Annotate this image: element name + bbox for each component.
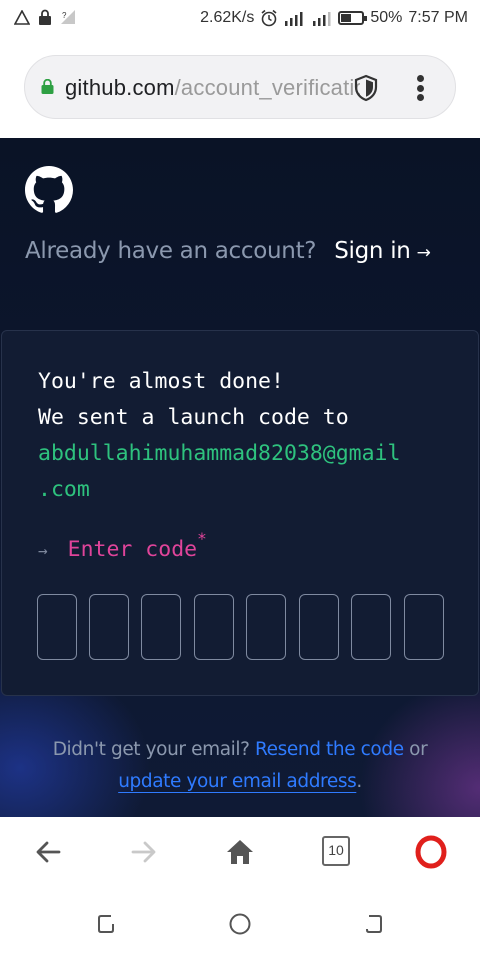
url-host: github.com — [65, 75, 175, 100]
status-icons-left: ? — [14, 9, 76, 25]
battery-icon — [338, 11, 368, 25]
github-logo-icon[interactable] — [25, 166, 73, 214]
secure-lock-icon — [41, 79, 54, 94]
signal-icon-2 — [313, 12, 331, 26]
arrow-right-icon: → — [416, 243, 431, 263]
browser-bottom-bar — [0, 817, 480, 889]
home-circle-icon[interactable] — [228, 912, 252, 936]
url-path: /account_verifications — [174, 75, 360, 100]
code-digit-input-5[interactable] — [246, 594, 286, 660]
sign-in-link[interactable]: Sign in — [334, 238, 411, 264]
recent-apps-icon[interactable] — [96, 913, 118, 935]
resend-footer: Didn't get your email? Resend the code o… — [0, 734, 480, 798]
status-icons-right: 2.62K/s 50% 7:57 PM — [200, 9, 468, 27]
back-nav-icon[interactable] — [362, 913, 384, 935]
prompt-arrow-icon: → — [38, 541, 48, 560]
opera-menu-icon[interactable] — [414, 835, 448, 869]
battery-percent: 50% — [370, 9, 403, 26]
code-digit-input-4[interactable] — [194, 594, 234, 660]
email-address-line1: abdullahimuhammad82038@gmail — [38, 441, 401, 466]
code-digit-input-1[interactable] — [37, 594, 77, 660]
code-input-row — [37, 594, 445, 660]
signal-icon-1 — [285, 12, 303, 26]
already-account-text: Already have an account? — [25, 238, 317, 264]
verification-card: You're almost done! We sent a launch cod… — [1, 330, 479, 696]
enter-code-label-row: → Enter code * — [38, 529, 207, 562]
clock: 7:57 PM — [408, 9, 468, 26]
back-arrow-icon[interactable] — [31, 835, 65, 869]
code-digit-input-2[interactable] — [89, 594, 129, 660]
net-speed: 2.62K/s — [200, 9, 255, 26]
shield-icon[interactable] — [351, 73, 381, 103]
email-address-line2: .com — [38, 477, 90, 502]
or-text: or — [409, 739, 428, 760]
status-bar: ? 2.62K/s 50% 7:57 PM — [0, 0, 480, 38]
svg-text:?: ? — [62, 11, 67, 20]
forward-arrow-icon[interactable] — [127, 835, 161, 869]
sent-code-text: We sent a launch code to — [38, 405, 349, 430]
code-digit-input-6[interactable] — [299, 594, 339, 660]
lock-status-icon — [39, 9, 51, 25]
code-digit-input-7[interactable] — [351, 594, 391, 660]
code-digit-input-8[interactable] — [404, 594, 444, 660]
alarm-icon — [261, 9, 277, 27]
almost-done-text: You're almost done! — [38, 369, 284, 394]
resend-code-link[interactable]: Resend the code — [255, 739, 404, 760]
web-content: Already have an account? Sign in → You'r… — [0, 138, 480, 817]
system-navigation-bar — [0, 889, 480, 960]
signin-row: Already have an account? Sign in → — [25, 238, 431, 264]
menu-kebab-icon[interactable] — [405, 72, 435, 104]
phone-screen: ? 2.62K/s 50% 7:57 PM github.com/account… — [0, 0, 480, 960]
browser-toolbar: github.com/account_verifications — [0, 38, 480, 138]
period-text: . — [356, 771, 362, 792]
update-email-link[interactable]: update your email address — [118, 771, 357, 792]
enter-code-label: Enter code — [67, 537, 198, 562]
required-asterisk: * — [197, 529, 207, 548]
warning-icon — [14, 9, 30, 25]
didnt-get-email-text: Didn't get your email? — [52, 739, 250, 760]
no-signal-icon: ? — [61, 10, 75, 24]
home-icon[interactable] — [223, 835, 257, 869]
tabs-counter-button[interactable]: 10 — [322, 836, 350, 866]
code-digit-input-3[interactable] — [141, 594, 181, 660]
url-text[interactable]: github.com/account_verifications — [65, 75, 360, 101]
address-bar[interactable]: github.com/account_verifications — [24, 55, 456, 119]
